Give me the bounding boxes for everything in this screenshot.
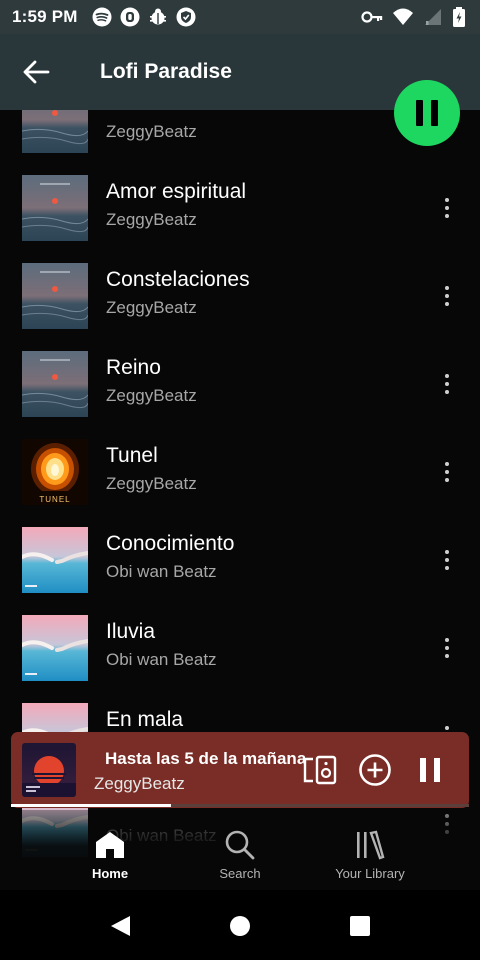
arrow-left-icon	[23, 60, 50, 84]
track-title: Amor espiritual	[106, 180, 247, 203]
track-album-art	[22, 615, 88, 681]
nav-search[interactable]: Search	[180, 830, 300, 881]
track-artist: Obi wan Beatz	[106, 562, 217, 581]
pause-icon	[412, 100, 442, 126]
track-row[interactable]: Constelaciones ZeggyBeatz	[0, 252, 480, 340]
devices-icon	[303, 755, 337, 785]
notification-icons	[92, 7, 196, 27]
track-title: Tunel	[106, 444, 158, 467]
track-album-art	[22, 110, 88, 153]
key-icon	[361, 7, 383, 27]
search-icon	[225, 830, 255, 860]
track-title: Iluvia	[106, 620, 156, 643]
bottom-nav: Home Search Your Library	[0, 810, 480, 890]
track-artist: ZeggyBeatz	[106, 122, 197, 141]
circle-home-icon	[230, 916, 250, 936]
track-row[interactable]: Iluvia Obi wan Beatz	[0, 604, 480, 692]
track-album-art: TUNEL	[22, 439, 88, 505]
playback-progress	[11, 804, 469, 807]
playback-progress-fill	[11, 804, 172, 807]
vpn-shield-icon	[176, 7, 196, 27]
track-title: Conocimiento	[106, 532, 235, 555]
devices-button[interactable]	[302, 752, 338, 788]
track-row[interactable]: TUNEL Tunel ZeggyBeatz	[0, 428, 480, 516]
track-artist: Obi wan Beatz	[106, 650, 217, 669]
plus-circle-icon	[359, 754, 391, 786]
battery-icon	[452, 7, 466, 27]
nav-home-label: Home	[91, 866, 129, 881]
square-recents-icon	[350, 916, 370, 936]
status-bar: 1:59 PM	[0, 0, 480, 34]
track-artist: ZeggyBeatz	[106, 386, 197, 405]
track-album-art	[22, 263, 88, 329]
mini-player[interactable]: Hasta las 5 de la mañana ZeggyBeatz	[11, 732, 469, 808]
library-icon	[357, 830, 385, 860]
svg-text:TUNEL: TUNEL	[39, 495, 70, 504]
pause-icon	[420, 758, 440, 782]
wifi-icon	[392, 7, 414, 27]
track-album-art	[22, 351, 88, 417]
status-time: 1:59 PM	[12, 7, 78, 26]
track-album-art	[22, 527, 88, 593]
mini-player-title: Hasta las 5 de la mañana	[105, 749, 305, 768]
system-icons	[361, 7, 466, 27]
track-row[interactable]: Conocimiento Obi wan Beatz	[0, 516, 480, 604]
system-nav-bar	[0, 890, 480, 960]
track-artist: ZeggyBeatz	[106, 474, 197, 493]
nav-library-label: Your Library	[335, 866, 405, 881]
back-button[interactable]	[0, 34, 72, 110]
track-more-button[interactable]	[434, 364, 460, 404]
track-title: En mala	[106, 708, 184, 731]
nav-library[interactable]: Your Library	[310, 830, 430, 881]
triangle-back-icon	[111, 916, 130, 936]
mini-player-album-art	[22, 743, 76, 797]
add-to-library-button[interactable]	[357, 752, 393, 788]
track-artist: ZeggyBeatz	[106, 210, 197, 229]
opera-icon	[120, 7, 140, 27]
home-icon	[96, 832, 124, 858]
track-album-art	[22, 175, 88, 241]
mini-player-pause-button[interactable]	[412, 752, 448, 788]
bug-icon	[148, 7, 168, 27]
system-recents-button[interactable]	[348, 914, 372, 938]
track-more-button[interactable]	[434, 452, 460, 492]
mini-player-artist: ZeggyBeatz	[94, 774, 185, 793]
system-back-button[interactable]	[108, 914, 132, 938]
track-more-button[interactable]	[434, 276, 460, 316]
track-title: Constelaciones	[106, 268, 250, 291]
nav-search-label: Search	[219, 866, 261, 881]
track-artist: ZeggyBeatz	[106, 298, 197, 317]
track-title: Reino	[106, 356, 161, 379]
playlist-pause-button[interactable]	[394, 80, 460, 146]
track-row[interactable]: Amor espiritual ZeggyBeatz	[0, 164, 480, 252]
signal-icon	[423, 7, 443, 27]
system-home-button[interactable]	[228, 914, 252, 938]
track-more-button[interactable]	[434, 628, 460, 668]
page-title: Lofi Paradise	[100, 60, 232, 83]
track-more-button[interactable]	[434, 540, 460, 580]
track-row[interactable]: Reino ZeggyBeatz	[0, 340, 480, 428]
spotify-icon	[92, 7, 112, 27]
nav-home[interactable]: Home	[50, 830, 170, 881]
track-more-button[interactable]	[434, 188, 460, 228]
